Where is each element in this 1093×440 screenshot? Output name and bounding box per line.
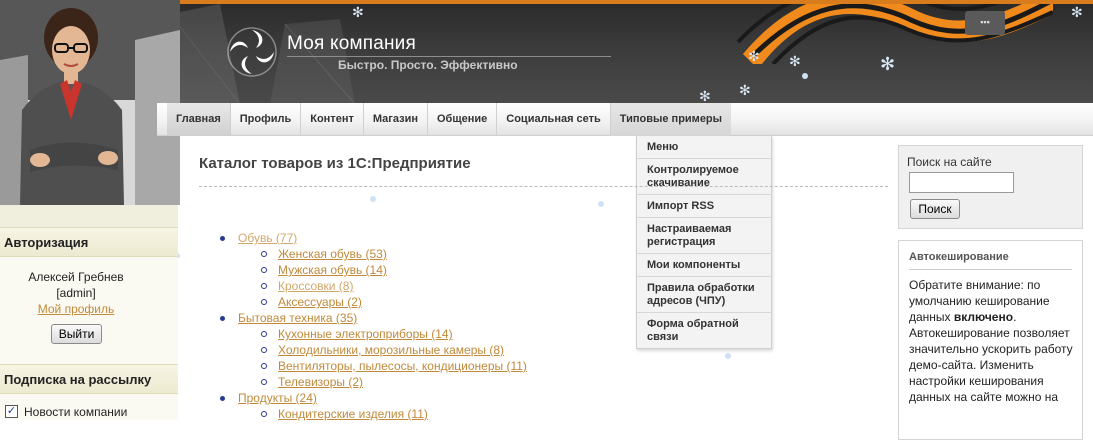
snowflake-icon: ✻ bbox=[739, 82, 751, 98]
bullet-icon bbox=[220, 396, 225, 401]
autocache-text: Обратите внимание: по умолчанию кеширова… bbox=[909, 277, 1077, 405]
bullet-icon bbox=[261, 267, 267, 273]
subcategory-link[interactable]: Вентиляторы, пылесосы, кондиционеры (11) bbox=[278, 358, 527, 374]
subcategory-link[interactable]: Телевизоры (2) bbox=[278, 374, 363, 390]
autocache-divider bbox=[909, 269, 1072, 270]
category-link-appliances[interactable]: Бытовая техника (35) bbox=[238, 310, 357, 326]
dropdown-item-my-components[interactable]: Мои компоненты bbox=[637, 254, 771, 277]
dropdown-item-controlled-download[interactable]: Контролируемое скачивание bbox=[637, 159, 771, 195]
bullet-icon bbox=[261, 379, 267, 385]
search-button[interactable]: Поиск bbox=[910, 199, 960, 219]
snow-dot bbox=[598, 201, 604, 207]
autocache-text-emphasis: включено bbox=[953, 310, 1014, 324]
bullet-icon bbox=[261, 299, 267, 305]
bullet-icon bbox=[261, 331, 267, 337]
snowflake-icon: ✻ bbox=[789, 53, 801, 69]
my-profile-link[interactable]: Мой профиль bbox=[0, 302, 152, 316]
title-separator bbox=[199, 186, 888, 187]
business-woman-image bbox=[0, 0, 180, 205]
subcategory-link[interactable]: Холодильники, морозильные камеры (8) bbox=[278, 342, 504, 358]
dropdown-item-menu[interactable]: Меню bbox=[637, 136, 771, 159]
site-slogan: Быстро. Просто. Эффективно bbox=[338, 58, 518, 72]
search-panel: Поиск на сайте Поиск bbox=[898, 145, 1083, 229]
sitemap-icon[interactable]: ▪▪▪ bbox=[965, 11, 1005, 35]
title-divider bbox=[287, 56, 611, 57]
search-label: Поиск на сайте bbox=[907, 155, 992, 169]
subcategory-link[interactable]: Кроссовки (8) bbox=[278, 278, 353, 294]
subcategory-link[interactable]: Кухонные электроприборы (14) bbox=[278, 326, 453, 342]
nav-item-examples[interactable]: Типовые примеры bbox=[610, 103, 732, 136]
nav-item-shop[interactable]: Магазин bbox=[364, 103, 428, 136]
examples-dropdown-menu: Меню Контролируемое скачивание Импорт RS… bbox=[636, 136, 772, 349]
site-title[interactable]: Моя компания bbox=[287, 33, 416, 55]
nav-item-home[interactable]: Главная bbox=[167, 103, 231, 136]
snow-dot bbox=[725, 353, 731, 359]
search-input[interactable] bbox=[909, 172, 1014, 193]
bullet-icon bbox=[261, 283, 267, 289]
dropdown-item-url-rules[interactable]: Правила обработки адресов (ЧПУ) bbox=[637, 277, 771, 313]
nav-item-social-network[interactable]: Социальная сеть bbox=[497, 103, 611, 136]
snowflake-icon: ✻ bbox=[1071, 4, 1083, 20]
auth-section-title: Авторизация bbox=[0, 227, 178, 257]
nav-item-content[interactable]: Контент bbox=[301, 103, 364, 136]
user-full-name: Алексей Гребнев bbox=[28, 270, 124, 284]
subscribe-option-label: Новости компании bbox=[24, 405, 128, 419]
snow-dot bbox=[802, 73, 808, 79]
nav-item-communication[interactable]: Общение bbox=[428, 103, 498, 136]
dropdown-item-rss-import[interactable]: Импорт RSS bbox=[637, 195, 771, 218]
bullet-icon bbox=[220, 316, 225, 321]
dropdown-item-feedback-form[interactable]: Форма обратной связи bbox=[637, 313, 771, 348]
snowflake-icon: ✻ bbox=[748, 48, 760, 64]
logout-button[interactable]: Выйти bbox=[51, 324, 102, 344]
snow-dot bbox=[370, 196, 376, 202]
autocache-panel: Автокеширование Обратите внимание: по ум… bbox=[898, 240, 1083, 440]
bullet-icon bbox=[261, 411, 267, 417]
subcategory-link[interactable]: Аксессуары (2) bbox=[278, 294, 362, 310]
snowflake-icon: ✻ bbox=[699, 88, 711, 104]
user-login: [admin] bbox=[56, 286, 96, 300]
autocache-text-part: . Автокеширование позволяет значительно … bbox=[909, 310, 1073, 404]
nav-item-profile[interactable]: Профиль bbox=[231, 103, 302, 136]
bullet-icon bbox=[220, 236, 225, 241]
dropdown-item-custom-registration[interactable]: Настраиваемая регистрация bbox=[637, 218, 771, 254]
bullet-icon bbox=[261, 251, 267, 257]
page-title: Каталог товаров из 1С:Предприятие bbox=[199, 155, 471, 172]
bullet-icon bbox=[261, 347, 267, 353]
subcategory-link[interactable]: Женская обувь (53) bbox=[278, 246, 387, 262]
bullet-icon bbox=[261, 363, 267, 369]
category-link-shoes[interactable]: Обувь (77) bbox=[238, 230, 297, 246]
snowflake-icon: ✻ bbox=[352, 4, 364, 20]
logo-icon bbox=[227, 27, 277, 77]
snowflake-icon: ✻ bbox=[880, 54, 896, 74]
subcategory-link[interactable]: Мужская обувь (14) bbox=[278, 262, 387, 278]
category-link-food[interactable]: Продукты (24) bbox=[238, 390, 317, 406]
autocache-title: Автокеширование bbox=[909, 251, 1009, 263]
main-navigation: Главная Профиль Контент Магазин Общение … bbox=[157, 103, 1093, 136]
subscribe-section-title: Подписка на рассылку bbox=[0, 364, 178, 394]
subscribe-checkbox[interactable]: ✓ bbox=[5, 405, 18, 418]
